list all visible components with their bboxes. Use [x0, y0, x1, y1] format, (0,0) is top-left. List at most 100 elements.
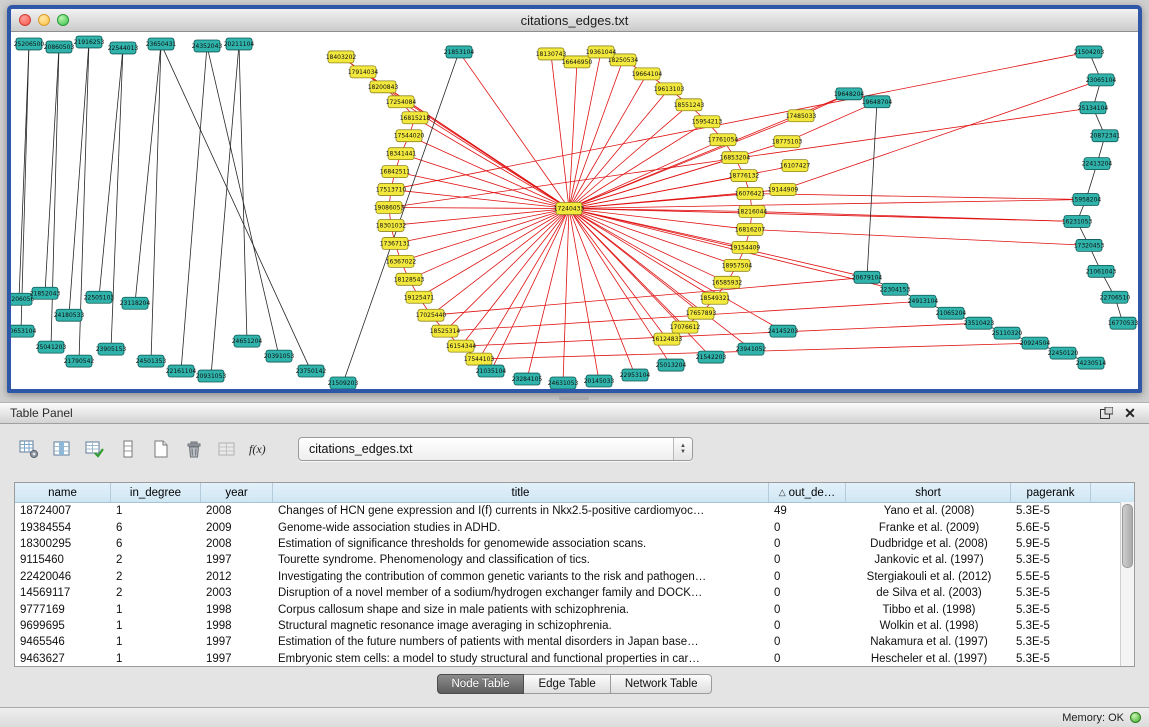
network-node[interactable]: 20931053 — [196, 370, 227, 382]
column-header-name[interactable]: name — [15, 483, 111, 502]
table-mode-icon[interactable] — [16, 436, 42, 462]
network-node[interactable]: 24352043 — [192, 40, 223, 52]
scrollbar-thumb[interactable] — [1122, 504, 1133, 568]
network-edge[interactable] — [161, 44, 311, 371]
network-node[interactable]: 20872341 — [1090, 130, 1121, 142]
network-node[interactable]: 25206500 — [14, 38, 45, 50]
network-node[interactable]: 16842511 — [380, 166, 411, 178]
network-node[interactable]: 16124833 — [652, 333, 683, 345]
network-edge[interactable] — [211, 44, 239, 376]
network-node[interactable]: 17240433 — [554, 203, 585, 215]
network-node[interactable]: 17254084 — [386, 96, 417, 108]
network-node[interactable]: 18525314 — [430, 325, 461, 337]
network-node[interactable]: 20653104 — [11, 325, 36, 337]
network-edge[interactable] — [569, 209, 750, 230]
zoom-window-button[interactable] — [57, 14, 69, 26]
network-node[interactable]: 18957504 — [722, 259, 753, 271]
network-edge[interactable] — [527, 209, 569, 380]
import-table-icon[interactable] — [214, 436, 240, 462]
network-node[interactable]: 22304153 — [880, 283, 911, 295]
network-node[interactable]: 22706510 — [1100, 291, 1131, 303]
network-node[interactable]: 24501353 — [136, 355, 167, 367]
network-node[interactable]: 23510423 — [964, 317, 995, 329]
network-node[interactable]: 24631053 — [548, 377, 579, 389]
network-node[interactable]: 22505103 — [84, 291, 115, 303]
network-node[interactable]: 25041203 — [36, 341, 67, 353]
network-node[interactable]: 23941052 — [736, 343, 767, 355]
network-node[interactable]: 21916253 — [74, 36, 105, 48]
network-node[interactable]: 25110320 — [992, 327, 1023, 339]
network-edge[interactable] — [419, 209, 569, 298]
network-node[interactable]: 18775103 — [772, 136, 803, 148]
network-node[interactable]: 19125471 — [404, 291, 435, 303]
network-node[interactable]: 16154344 — [446, 340, 477, 352]
network-node[interactable]: 19648704 — [862, 96, 893, 108]
network-node[interactable]: 16646950 — [562, 56, 593, 68]
network-edge[interactable] — [51, 47, 59, 347]
table-row[interactable]: 1456911722003Disruption of a novel membe… — [15, 585, 1134, 601]
tab-node-table[interactable]: Node Table — [437, 674, 525, 694]
network-node[interactable]: 24145203 — [768, 325, 799, 337]
table-row[interactable]: 946362711997Embryonic stem cells: a mode… — [15, 651, 1134, 667]
close-window-button[interactable] — [19, 14, 31, 26]
network-node[interactable]: 18200843 — [368, 81, 399, 93]
network-node[interactable]: 21061043 — [1086, 265, 1117, 277]
network-node[interactable]: 16853204 — [720, 152, 751, 164]
table-row[interactable]: 946554611997Estimation of the future num… — [15, 634, 1134, 650]
column-header-title[interactable]: title — [273, 483, 769, 502]
network-node[interactable]: 17513710 — [376, 184, 407, 196]
network-node[interactable]: 22953104 — [620, 369, 651, 381]
network-edge[interactable] — [491, 209, 569, 372]
edit-columns-icon[interactable] — [82, 436, 108, 462]
network-node[interactable]: 24913104 — [908, 295, 939, 307]
network-node[interactable]: 23905153 — [96, 343, 127, 355]
network-node[interactable]: 19154409 — [730, 241, 761, 253]
network-node[interactable]: 21035104 — [476, 365, 507, 377]
network-node[interactable]: 16815218 — [400, 112, 431, 124]
table-source-dropdown[interactable]: citations_edges.txt ▲▼ — [298, 437, 693, 461]
network-node[interactable]: 21852043 — [30, 287, 61, 299]
network-edge[interactable] — [69, 42, 89, 315]
network-node[interactable]: 17657893 — [686, 307, 717, 319]
network-node[interactable]: 21790542 — [64, 355, 95, 367]
column-header-pagerank[interactable]: pagerank — [1011, 483, 1091, 502]
network-edge[interactable] — [569, 200, 1086, 209]
network-node[interactable]: 18128543 — [394, 273, 425, 285]
network-node[interactable]: 15954213 — [692, 116, 723, 128]
network-edge[interactable] — [431, 209, 569, 316]
network-edge[interactable] — [45, 47, 59, 293]
network-node[interactable]: 17076612 — [670, 321, 701, 333]
network-node[interactable]: 21504203 — [1074, 46, 1105, 58]
network-node[interactable]: 17485033 — [786, 110, 817, 122]
network-edge[interactable] — [391, 52, 1089, 190]
network-edge[interactable] — [401, 154, 569, 209]
network-node[interactable]: 21542203 — [696, 351, 727, 363]
column-header-year[interactable]: year — [201, 483, 273, 502]
close-panel-icon[interactable]: ✕ — [1121, 405, 1139, 421]
network-node[interactable]: 25134104 — [1078, 102, 1109, 114]
network-node[interactable]: 22413204 — [1082, 158, 1113, 170]
network-node[interactable]: 18776132 — [729, 170, 760, 182]
network-node[interactable]: 22450120 — [1048, 347, 1079, 359]
network-node[interactable]: 16816207 — [735, 223, 766, 235]
network-node[interactable]: 20391053 — [264, 350, 295, 362]
network-node[interactable]: 23284105 — [512, 373, 543, 385]
network-node[interactable]: 18301032 — [376, 219, 407, 231]
network-node[interactable]: 17025440 — [416, 309, 447, 321]
network-node[interactable]: 17761054 — [708, 134, 739, 146]
table-row[interactable]: 911546021997Tourette syndrome. Phenomeno… — [15, 552, 1134, 568]
network-node[interactable]: 21509203 — [328, 377, 359, 389]
network-node[interactable]: 16076421 — [735, 188, 766, 200]
network-edge[interactable] — [569, 89, 669, 209]
float-panel-icon[interactable] — [1097, 405, 1115, 421]
network-edge[interactable] — [409, 136, 569, 209]
network-node[interactable]: 23118204 — [120, 297, 151, 309]
network-node[interactable]: 17544020 — [394, 130, 425, 142]
table-row[interactable]: 1872400712008Changes of HCN gene express… — [15, 503, 1134, 519]
network-node[interactable]: 20860503 — [44, 41, 75, 53]
network-node[interactable]: 15958204 — [1071, 194, 1102, 206]
network-node[interactable]: 20924504 — [1020, 337, 1051, 349]
row-options-icon[interactable] — [115, 436, 141, 462]
network-edge[interactable] — [461, 323, 979, 346]
tab-edge-table[interactable]: Edge Table — [524, 674, 610, 694]
